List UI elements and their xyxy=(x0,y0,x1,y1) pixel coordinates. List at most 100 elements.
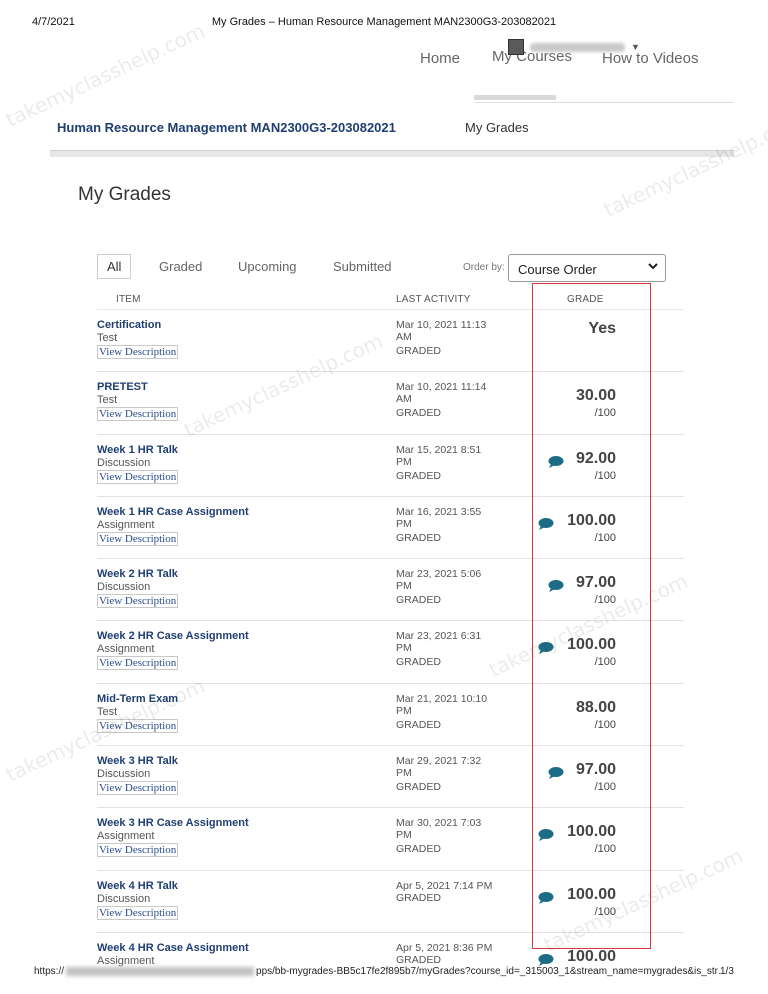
grades-table: Certification Test View Description Mar … xyxy=(97,310,684,994)
grade-max: /100 xyxy=(594,469,616,482)
item-name-link[interactable]: Week 1 HR Case Assignment xyxy=(97,506,249,518)
item-type: Discussion xyxy=(97,581,151,594)
grade-max: /100 xyxy=(594,781,616,794)
grade-cell: 100.00 xyxy=(567,948,616,966)
filter-graded-tab[interactable]: Graded xyxy=(159,259,202,274)
activity-status: GRADED xyxy=(396,953,441,966)
order-by-label: Order by: xyxy=(463,262,505,273)
grade-value: 30.00 xyxy=(575,387,616,405)
activity-status: GRADED xyxy=(396,843,441,856)
filter-upcoming-tab[interactable]: Upcoming xyxy=(238,259,297,274)
last-activity-date: Mar 10, 2021 11:14 AM xyxy=(396,381,487,406)
last-activity-date: Mar 30, 2021 7:03 PM xyxy=(396,817,482,842)
last-activity-date: Mar 29, 2021 7:32 PM xyxy=(396,755,482,780)
view-description-link[interactable]: View Description xyxy=(97,718,179,733)
view-description-link[interactable]: View Description xyxy=(97,781,179,796)
grade-value: 100.00 xyxy=(567,823,616,841)
activity-status: GRADED xyxy=(396,345,441,357)
view-description-link[interactable]: View Description xyxy=(97,905,179,920)
grade-max: /100 xyxy=(594,718,616,731)
item-name-link[interactable]: Week 1 HR Talk xyxy=(97,444,178,456)
item-name-link[interactable]: Week 4 HR Talk xyxy=(97,880,178,892)
course-bar: Human Resource Management MAN2300G3-2030… xyxy=(50,104,734,150)
last-activity-date: Apr 5, 2021 7:14 PM xyxy=(396,879,493,892)
item-name-link[interactable]: Week 2 HR Talk xyxy=(97,568,178,580)
comment-bubble-icon[interactable] xyxy=(538,953,554,966)
comment-bubble-icon[interactable] xyxy=(538,517,554,530)
avatar xyxy=(508,39,524,55)
grade-max: /100 xyxy=(594,843,616,856)
item-name-link[interactable]: Week 4 HR Case Assignment xyxy=(97,942,249,954)
view-description-link[interactable]: View Description xyxy=(97,345,179,359)
item-name-link[interactable]: Certification xyxy=(97,319,161,331)
item-type: Test xyxy=(97,705,118,718)
grade-cell: Yes xyxy=(588,320,616,338)
item-type: Discussion xyxy=(97,456,151,469)
grade-value: 97.00 xyxy=(575,761,616,779)
view-description-link[interactable]: View Description xyxy=(97,594,179,609)
activity-status: GRADED xyxy=(396,718,441,731)
activity-status: GRADED xyxy=(396,531,441,544)
activity-status: GRADED xyxy=(396,469,441,482)
comment-bubble-icon[interactable] xyxy=(538,829,554,842)
table-row: Week 3 HR Case Assignment Assignment Vie… xyxy=(97,808,684,871)
last-activity-date: Apr 5, 2021 8:36 PM xyxy=(396,941,493,954)
filter-all-tab[interactable]: All xyxy=(97,254,132,279)
item-type: Assignment xyxy=(97,518,155,531)
item-type: Discussion xyxy=(97,892,151,905)
order-by-value: Course Order xyxy=(518,262,597,277)
comment-bubble-icon[interactable] xyxy=(548,767,564,780)
comment-bubble-icon[interactable] xyxy=(538,642,554,655)
grade-max: /100 xyxy=(594,531,616,544)
item-name-link[interactable]: Week 3 HR Talk xyxy=(97,755,178,767)
last-activity-date: Mar 10, 2021 11:13 AM xyxy=(396,319,487,343)
table-row: Week 3 HR Talk Discussion View Descripti… xyxy=(97,746,684,809)
item-name-link[interactable]: Week 3 HR Case Assignment xyxy=(97,817,249,829)
item-name-link[interactable]: PRETEST xyxy=(97,381,148,393)
grade-cell: 100.00/100 xyxy=(567,636,616,668)
column-header-grade[interactable]: GRADE xyxy=(567,294,604,305)
grade-max: /100 xyxy=(594,905,616,918)
view-description-link[interactable]: View Description xyxy=(97,843,179,858)
print-page-number: 1/3 xyxy=(720,966,734,977)
comment-bubble-icon[interactable] xyxy=(548,455,564,468)
item-type: Test xyxy=(97,332,118,344)
grade-max: /100 xyxy=(594,407,616,420)
item-type: Discussion xyxy=(97,768,151,781)
table-row: Week 1 HR Talk Discussion View Descripti… xyxy=(97,435,684,497)
table-row: Week 2 HR Talk Discussion View Descripti… xyxy=(97,559,684,622)
item-name-link[interactable]: Mid-Term Exam xyxy=(97,693,178,705)
view-description-link[interactable]: View Description xyxy=(97,531,179,546)
print-title: My Grades – Human Resource Management MA… xyxy=(211,16,557,28)
comment-bubble-icon[interactable] xyxy=(548,580,564,593)
order-by-select[interactable]: Course Order xyxy=(508,254,666,282)
nav-home-link[interactable]: Home xyxy=(420,50,460,67)
page-title: My Grades xyxy=(78,184,171,205)
grade-cell: 100.00/100 xyxy=(567,886,616,918)
table-row: Certification Test View Description Mar … xyxy=(97,310,684,373)
grade-value: 100.00 xyxy=(567,885,616,903)
grade-value: 88.00 xyxy=(575,698,616,716)
last-activity-date: Mar 15, 2021 8:51 PM xyxy=(396,443,482,468)
item-type: Test xyxy=(97,394,118,407)
course-bar-shadow xyxy=(50,150,734,157)
item-name-link[interactable]: Week 2 HR Case Assignment xyxy=(97,630,249,642)
redacted-url xyxy=(66,966,255,976)
filter-submitted-tab[interactable]: Submitted xyxy=(333,259,392,274)
nav-active-indicator xyxy=(474,95,556,100)
last-activity-date: Mar 21, 2021 10:10 PM xyxy=(396,692,488,717)
view-description-link[interactable]: View Description xyxy=(97,469,179,484)
nav-how-to-videos-link[interactable]: How to Videos xyxy=(602,50,698,67)
chevron-down-icon xyxy=(648,263,658,270)
view-description-link[interactable]: View Description xyxy=(97,407,179,422)
column-header-item[interactable]: ITEM xyxy=(116,294,141,305)
view-description-link[interactable]: View Description xyxy=(97,656,179,671)
last-activity-date: Mar 16, 2021 3:55 PM xyxy=(396,505,482,530)
nav-divider xyxy=(475,102,734,103)
course-title-link[interactable]: Human Resource Management MAN2300G3-2030… xyxy=(57,120,396,135)
comment-bubble-icon[interactable] xyxy=(538,891,554,904)
grade-value: 100.00 xyxy=(567,511,616,529)
grade-cell: 97.00/100 xyxy=(576,574,616,606)
column-header-last-activity[interactable]: LAST ACTIVITY xyxy=(396,294,471,305)
grade-value: 100.00 xyxy=(567,947,616,965)
